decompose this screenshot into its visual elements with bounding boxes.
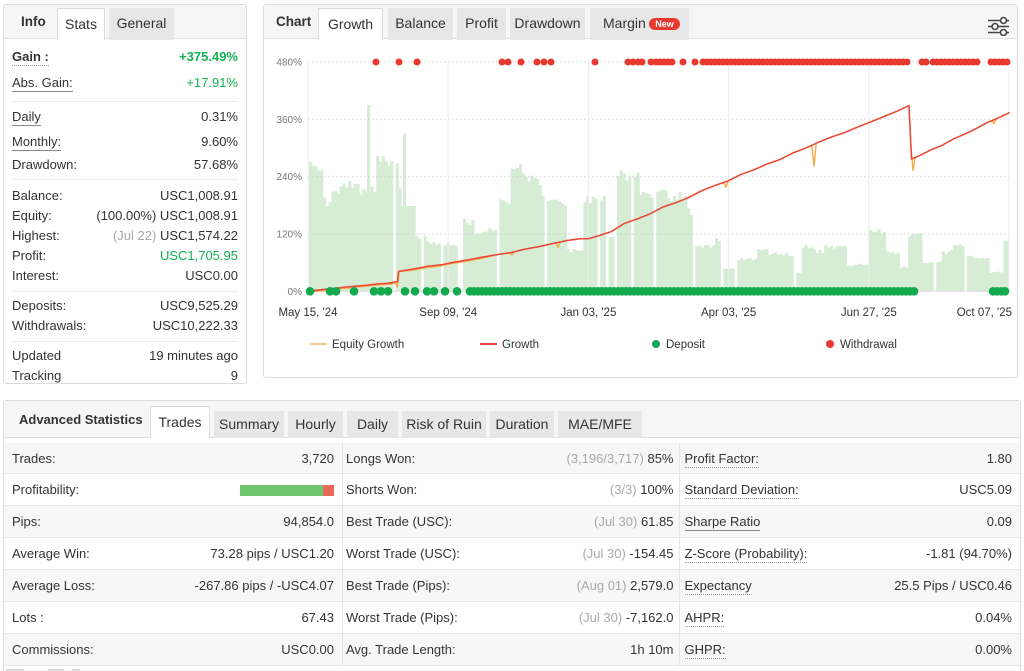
svg-text:May 15, '24: May 15, '24 — [278, 307, 338, 319]
svg-text:Jan 03, '25: Jan 03, '25 — [560, 307, 616, 319]
svg-text:Oct 07, '25: Oct 07, '25 — [957, 307, 1012, 319]
svg-text:480%: 480% — [276, 58, 302, 69]
svg-text:240%: 240% — [276, 172, 302, 183]
svg-text:Jun 27, '25: Jun 27, '25 — [841, 307, 897, 319]
svg-text:Sep 09, '24: Sep 09, '24 — [419, 307, 477, 319]
svg-text:360%: 360% — [276, 115, 302, 126]
svg-text:0%: 0% — [288, 287, 303, 298]
svg-text:120%: 120% — [276, 230, 302, 241]
svg-text:Apr 03, '25: Apr 03, '25 — [701, 307, 756, 319]
